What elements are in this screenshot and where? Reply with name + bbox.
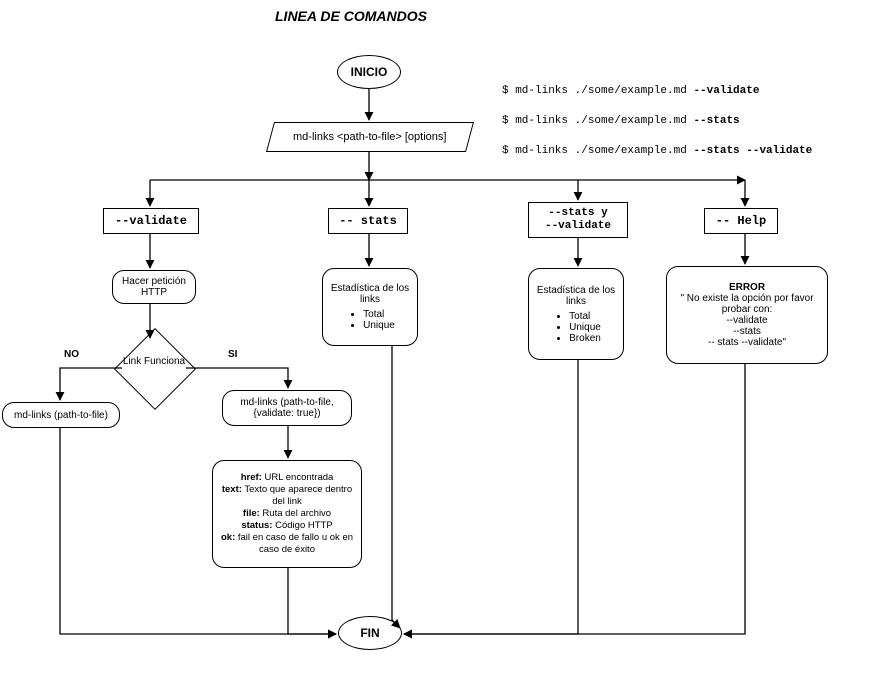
example-3-prefix: $ md-links ./some/example.md	[502, 145, 693, 157]
stats-total: Total	[363, 309, 395, 320]
detail-content: href: URL encontrada text: Texto que apa…	[219, 472, 355, 555]
sv-broken: Broken	[569, 333, 601, 344]
k-ok: ok:	[221, 532, 235, 543]
sv-total: Total	[569, 311, 601, 322]
stats-unique: Unique	[363, 320, 395, 331]
example-2-opt: --stats	[693, 115, 739, 127]
sv-list: Total Unique Broken	[551, 311, 601, 344]
example-2: $ md-links ./some/example.md --stats	[502, 115, 740, 127]
example-3: $ md-links ./some/example.md --stats --v…	[502, 145, 812, 157]
example-1-opt: --validate	[693, 85, 759, 97]
option-help-label: -- Help	[716, 214, 766, 228]
example-3-opt: --stats --validate	[693, 145, 812, 157]
start-label: INICIO	[351, 65, 388, 79]
example-2-prefix: $ md-links ./some/example.md	[502, 115, 693, 127]
example-1-prefix: $ md-links ./some/example.md	[502, 85, 693, 97]
no-result-node: md-links (path-to-file)	[2, 402, 120, 428]
start-node: INICIO	[337, 55, 401, 89]
no-result-label: md-links (path-to-file)	[14, 410, 108, 421]
decision-si-label: SI	[228, 349, 237, 360]
example-1: $ md-links ./some/example.md --validate	[502, 85, 759, 97]
error-l3: --stats	[733, 326, 761, 337]
k-status: status:	[241, 520, 272, 531]
command-input-node: md-links <path-to-file> [options]	[266, 122, 474, 152]
stats-label: Estadística de los links	[329, 283, 411, 305]
option-validate-label: --validate	[115, 214, 187, 228]
option-stats: -- stats	[328, 208, 408, 234]
option-stats-label: -- stats	[339, 214, 397, 228]
command-input-label: md-links <path-to-file> [options]	[293, 131, 446, 143]
si-result-label: md-links (path-to-file, {validate: true}…	[229, 397, 345, 419]
k-text: text:	[222, 484, 242, 495]
si-result-node: md-links (path-to-file, {validate: true}…	[222, 390, 352, 426]
link-works-decision: Link Funciona	[114, 338, 194, 398]
diagram-title: LINEA DE COMANDOS	[275, 8, 427, 24]
stats-node: Estadística de los links Total Unique	[322, 268, 418, 346]
v-status: Código HTTP	[272, 520, 332, 531]
option-sv-l2: --validate	[545, 220, 611, 233]
v-text: Texto que aparece dentro del link	[242, 484, 352, 507]
decision-no-label: NO	[64, 349, 79, 360]
error-title: ERROR	[729, 282, 765, 293]
http-request-label: Hacer petición HTTP	[119, 276, 189, 298]
option-sv-l1: --stats y	[548, 207, 607, 220]
diamond-shape	[114, 328, 196, 410]
error-l2: --validate	[726, 315, 767, 326]
v-href: URL encontrada	[262, 472, 333, 483]
v-ok: fail en caso de fallo u ok en caso de éx…	[235, 532, 353, 555]
http-request-node: Hacer petición HTTP	[112, 270, 196, 304]
sv-label: Estadística de los links	[535, 285, 617, 307]
k-href: href:	[241, 472, 262, 483]
decision-label: Link Funciona	[114, 356, 194, 367]
detail-node: href: URL encontrada text: Texto que apa…	[212, 460, 362, 568]
option-validate: --validate	[103, 208, 199, 234]
stats-list: Total Unique	[345, 309, 395, 331]
stats-validate-node: Estadística de los links Total Unique Br…	[528, 268, 624, 360]
end-node: FIN	[338, 616, 402, 650]
option-stats-validate: --stats y --validate	[528, 202, 628, 238]
v-file: Ruta del archivo	[260, 508, 331, 519]
sv-unique: Unique	[569, 322, 601, 333]
error-l4: -- stats --validate"	[708, 337, 786, 348]
option-help: -- Help	[704, 208, 778, 234]
error-node: ERROR " No existe la opción por favor pr…	[666, 266, 828, 364]
k-file: file:	[243, 508, 260, 519]
end-label: FIN	[360, 626, 379, 640]
error-l1: " No existe la opción por favor probar c…	[673, 293, 821, 315]
